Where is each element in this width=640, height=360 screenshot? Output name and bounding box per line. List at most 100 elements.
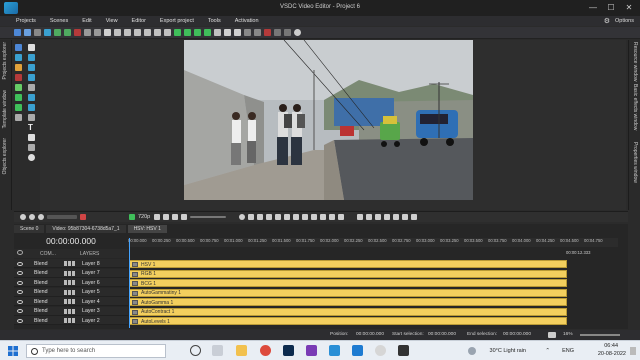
properties-icon[interactable] bbox=[274, 29, 281, 36]
weather-icon[interactable] bbox=[468, 347, 476, 355]
vsdc-taskbar-icon[interactable] bbox=[352, 345, 363, 356]
curve-icon[interactable] bbox=[28, 94, 35, 101]
distribute-icon[interactable] bbox=[134, 29, 141, 36]
cortana-icon[interactable] bbox=[190, 345, 201, 356]
save-icon[interactable] bbox=[34, 29, 41, 36]
blend-mode[interactable]: Blend bbox=[34, 308, 48, 314]
app-icon[interactable] bbox=[375, 345, 386, 356]
quality-select[interactable]: 720p bbox=[138, 214, 150, 220]
zoom-fit-icon[interactable] bbox=[38, 214, 44, 220]
add-icon[interactable] bbox=[20, 214, 26, 220]
photoshop-icon[interactable] bbox=[283, 345, 294, 356]
delete-icon[interactable] bbox=[264, 29, 271, 36]
visibility-icon[interactable] bbox=[393, 214, 400, 220]
tab-basic-effects-window[interactable]: Basic effects window bbox=[632, 84, 638, 130]
split-icon[interactable] bbox=[244, 29, 251, 36]
move-icon[interactable] bbox=[15, 114, 22, 121]
stop-icon[interactable] bbox=[154, 214, 161, 220]
eye-icon[interactable] bbox=[17, 290, 23, 294]
track-header[interactable]: Blend Layer 5 bbox=[14, 287, 128, 297]
timeline-clip[interactable]: AutoGammatiny 1 bbox=[129, 288, 567, 297]
options-menu[interactable]: Options bbox=[615, 18, 634, 24]
visibility-all-icon[interactable] bbox=[17, 250, 23, 255]
cross-icon[interactable] bbox=[28, 114, 35, 121]
align-start-icon[interactable] bbox=[357, 214, 364, 220]
timeline-playhead[interactable] bbox=[129, 238, 130, 328]
effects-icon[interactable] bbox=[284, 29, 291, 36]
menu-tools[interactable]: Tools bbox=[208, 18, 221, 24]
track-header[interactable]: Blend Layer 4 bbox=[14, 297, 128, 306]
forward-icon[interactable] bbox=[284, 214, 291, 220]
blend-mode[interactable]: Blend bbox=[34, 318, 48, 324]
blend-mode[interactable]: Blend bbox=[34, 289, 48, 295]
timeline-clip[interactable]: RGB 1 bbox=[129, 269, 567, 278]
video-preview-frame[interactable] bbox=[184, 40, 473, 200]
redo-icon[interactable] bbox=[64, 29, 71, 36]
chart-icon[interactable] bbox=[15, 44, 22, 51]
open-project-icon[interactable] bbox=[24, 29, 31, 36]
task-view-icon[interactable] bbox=[212, 345, 223, 356]
remove-icon[interactable] bbox=[29, 214, 35, 220]
comment-icon[interactable] bbox=[28, 154, 35, 161]
track-lock-icon[interactable] bbox=[64, 299, 78, 304]
tab-hsv-effect[interactable]: HSV: HSV 1 bbox=[127, 225, 167, 233]
notification-icon[interactable] bbox=[630, 347, 636, 355]
move-up-icon[interactable] bbox=[174, 29, 181, 36]
move-down-icon[interactable] bbox=[184, 29, 191, 36]
menu-editor[interactable]: Editor bbox=[132, 18, 146, 24]
marker-icon[interactable] bbox=[311, 214, 318, 220]
loop-icon[interactable] bbox=[172, 214, 179, 220]
clock-date[interactable]: 20-08-2022 bbox=[598, 351, 626, 357]
close-button[interactable]: ✕ bbox=[622, 2, 636, 14]
tab-objects-explorer[interactable]: Objects explorer bbox=[2, 138, 8, 174]
lock-icon[interactable] bbox=[384, 214, 391, 220]
language-indicator[interactable]: ENG bbox=[562, 348, 574, 354]
chart-tool-icon[interactable] bbox=[15, 84, 22, 91]
prev-frame-icon[interactable] bbox=[257, 214, 264, 220]
timeline-clip[interactable]: AutoLevels 1 bbox=[129, 317, 567, 325]
timeline-clip[interactable]: AutoGamma 1 bbox=[129, 298, 567, 306]
record-icon[interactable] bbox=[44, 29, 51, 36]
mask-icon[interactable] bbox=[28, 144, 35, 151]
paste-icon[interactable] bbox=[94, 29, 101, 36]
track-lock-icon[interactable] bbox=[64, 280, 78, 285]
volume-slider[interactable] bbox=[190, 216, 227, 218]
subtitle-icon[interactable] bbox=[28, 134, 35, 141]
snap-icon[interactable] bbox=[338, 214, 345, 220]
track-lock-icon[interactable] bbox=[64, 270, 78, 276]
blend-mode[interactable]: Blend bbox=[34, 280, 48, 286]
blend-mode[interactable]: Blend bbox=[34, 299, 48, 305]
video-icon[interactable] bbox=[15, 54, 22, 61]
crop-icon[interactable] bbox=[144, 29, 151, 36]
undo-icon[interactable] bbox=[54, 29, 61, 36]
gear-icon[interactable]: ⚙ bbox=[604, 17, 610, 25]
go-start-icon[interactable] bbox=[248, 214, 255, 220]
track-header[interactable]: Blend Layer 3 bbox=[14, 306, 128, 316]
render-quality-icon[interactable] bbox=[129, 214, 135, 220]
taskbar-search-input[interactable]: Type here to search bbox=[26, 344, 166, 358]
play-icon[interactable] bbox=[275, 214, 282, 220]
eye-icon[interactable] bbox=[17, 261, 23, 266]
settings-icon[interactable] bbox=[294, 29, 301, 36]
trim-icon[interactable] bbox=[254, 29, 261, 36]
timeline-settings-icon[interactable] bbox=[411, 214, 418, 220]
grid-icon[interactable] bbox=[114, 29, 121, 36]
text-effect-icon[interactable] bbox=[15, 74, 22, 81]
eye-icon[interactable] bbox=[17, 271, 23, 275]
track-lock-icon[interactable] bbox=[64, 289, 78, 295]
tray-arrow-icon[interactable]: ⌃ bbox=[545, 348, 550, 354]
weather-text[interactable]: 30°C Light rain bbox=[490, 348, 526, 354]
split-clip-icon[interactable] bbox=[320, 214, 327, 220]
tab-scene-0[interactable]: Scene 0 bbox=[14, 225, 45, 233]
next-frame-icon[interactable] bbox=[293, 214, 300, 220]
menu-scenes[interactable]: Scenes bbox=[50, 18, 68, 24]
track-header[interactable]: Blend Layer 7 bbox=[14, 268, 128, 278]
flip-icon[interactable] bbox=[164, 29, 171, 36]
volume-icon[interactable] bbox=[181, 214, 188, 220]
record-icon[interactable] bbox=[80, 214, 86, 220]
align-end-icon[interactable] bbox=[366, 214, 373, 220]
track-header[interactable]: Blend Layer 2 bbox=[14, 316, 128, 325]
clock-time[interactable]: 06:44 bbox=[604, 343, 618, 349]
menu-view[interactable]: View bbox=[106, 18, 118, 24]
file-explorer-icon[interactable] bbox=[236, 345, 247, 356]
